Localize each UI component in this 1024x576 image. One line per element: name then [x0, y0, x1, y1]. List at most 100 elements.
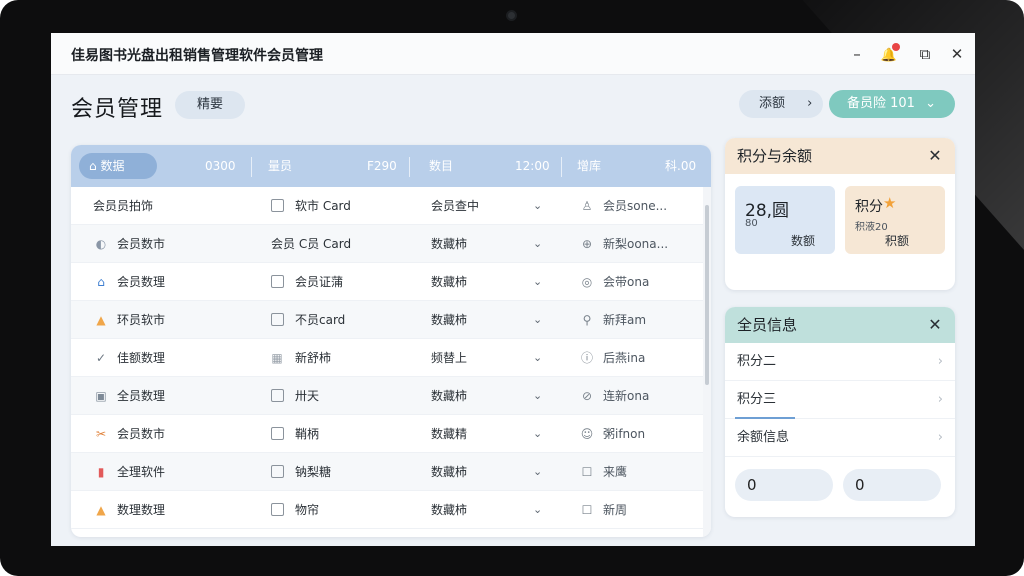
row-name: 佳额数理 — [117, 351, 166, 365]
row-status: 数藏柿 — [431, 389, 468, 403]
header-tag[interactable]: 精要 — [175, 91, 245, 119]
points-stat-value: 积分 — [855, 199, 883, 215]
row-checkbox[interactable] — [271, 199, 284, 212]
amount-input-2[interactable]: 0 — [843, 469, 941, 501]
home-icon: ⌂ — [89, 159, 101, 173]
header-divider — [561, 157, 562, 177]
page-title: 会员管理 — [71, 97, 164, 122]
restore-button[interactable]: ⧉ — [913, 42, 937, 66]
chevron-down-icon[interactable]: ⌄ — [533, 301, 542, 339]
row-status: 数藏精 — [431, 427, 468, 441]
amount-input-1[interactable]: 0 — [735, 469, 833, 501]
page-header: 会员管理 精要 添额 › 备员险 101 ⌄ — [51, 75, 975, 135]
chevron-down-icon[interactable]: ⌄ — [533, 453, 542, 491]
info-panel-header: 全员信息 ✕ — [725, 307, 955, 343]
chevron-down-icon[interactable]: ⌄ — [533, 491, 542, 529]
row-detail: 新梨oona... — [603, 237, 669, 251]
row-name: 全员数理 — [117, 389, 166, 403]
chevron-down-icon[interactable]: ⌄ — [533, 377, 542, 415]
row-name: 会员数市 — [117, 427, 166, 441]
close-button[interactable]: ✕ — [945, 42, 969, 66]
scrollbar-thumb[interactable] — [705, 205, 709, 385]
row-detail: 连新ona — [603, 389, 650, 403]
table-row[interactable]: ✂ 会员数市 鞘柄 数藏精 ⌄ ☺ 粥ifnon — [71, 415, 703, 453]
row-checkbox[interactable] — [271, 503, 284, 516]
row-type: 会员证蒲 — [295, 275, 344, 289]
row-name: 会员员拍饰 — [93, 199, 154, 213]
column-header-2[interactable]: 量员 — [268, 145, 292, 187]
table-row[interactable]: ✓ 佳额数理 ▦ 新舒柿 频替上 ⌄ ⓘ 后燕ina — [71, 339, 703, 377]
badge-icon: ◐ — [95, 237, 107, 251]
row-name: 数理数理 — [117, 503, 166, 517]
table-row[interactable]: ◐ 会员数市 会员 C员 Card 数藏柿 ⌄ ⊕ 新梨oona... — [71, 225, 703, 263]
action-button[interactable]: 备员险 101 ⌄ — [829, 90, 955, 118]
row-checkbox[interactable] — [271, 313, 284, 326]
notification-dot — [892, 43, 900, 51]
column-header-1[interactable]: ⌂ 数据 — [79, 153, 157, 179]
row-checkbox[interactable] — [271, 389, 284, 402]
app-title: 佳易图书光盘出租销售管理软件会员管理 — [71, 48, 323, 64]
info-item-label: 积分二 — [737, 354, 777, 369]
row-type: 软市 Card — [295, 199, 351, 213]
header-divider — [409, 157, 410, 177]
balance-stat-card[interactable]: 28,圆 80 数额 — [735, 186, 835, 254]
table-row[interactable]: ▮ 全理软件 钠梨糖 数藏柿 ⌄ ☐ 来鹰 — [71, 453, 703, 491]
info-item[interactable]: 积分三 › — [725, 381, 955, 419]
person-icon: ▲ — [96, 503, 106, 517]
member-table: ⌂ 数据 0300 量员 F290 数目 12:00 增库 科.00 会员员拍饰… — [71, 145, 711, 537]
table-row[interactable]: ▲ 数理数理 物帘 数藏柿 ⌄ ☐ 新周 — [71, 491, 703, 529]
target-icon: ◎ — [581, 275, 593, 289]
row-checkbox[interactable] — [271, 427, 284, 440]
table-scrollbar[interactable] — [703, 187, 711, 537]
chevron-down-icon[interactable]: ⌄ — [533, 415, 542, 453]
nav-button-label: 添额 — [759, 96, 786, 111]
app-window: 佳易图书光盘出租销售管理软件会员管理 – 🔔 ⧉ ✕ 会员管理 精要 添额 › … — [51, 33, 975, 546]
camera — [506, 10, 517, 21]
table-row[interactable]: ▲ 环员软市 不员card 数藏柿 ⌄ ⚲ 新拜am — [71, 301, 703, 339]
chevron-down-icon[interactable]: ⌄ — [533, 339, 542, 377]
row-type: 鞘柄 — [295, 427, 320, 441]
chevron-down-icon[interactable]: ⌄ — [533, 263, 542, 301]
chart-icon: ▮ — [97, 465, 105, 479]
row-status: 频替上 — [431, 351, 468, 365]
points-stat-card[interactable]: 积分 ★ 积液20 积额 — [845, 186, 945, 254]
row-checkbox[interactable] — [271, 465, 284, 478]
tools-icon: ✂ — [95, 427, 107, 441]
column-header-1-value: 0300 — [205, 159, 236, 173]
row-checkbox[interactable] — [271, 275, 284, 288]
row-type: 物帘 — [295, 503, 320, 517]
close-icon[interactable]: ✕ — [925, 307, 945, 343]
points-stat-label: 积额 — [885, 234, 910, 248]
info-icon: ⓘ — [580, 351, 593, 365]
close-icon[interactable]: ✕ — [925, 138, 945, 174]
table-row[interactable]: ⌂ 会员数理 会员证蒲 数藏柿 ⌄ ◎ 会带ona — [71, 263, 703, 301]
points-panel-title: 积分与余额 — [737, 147, 813, 165]
star-icon: ★ — [883, 194, 897, 212]
table-row[interactable]: ▣ 全员数理 卅天 数藏柿 ⌄ ⊘ 连新ona — [71, 377, 703, 415]
info-item[interactable]: 积分二 › — [725, 343, 955, 381]
table-row[interactable]: 会员员拍饰 软市 Card 会员查中 ⌄ ♙ 会员sone... — [71, 187, 703, 225]
chevron-down-icon: ⌄ — [925, 96, 936, 111]
sync-icon: ⊘ — [581, 389, 593, 403]
column-header-4[interactable]: 增库 — [577, 145, 601, 187]
member-info-panel: 全员信息 ✕ 积分二 › 积分三 › 余额信息 › 0 0 — [725, 307, 955, 517]
row-name: 环员软市 — [117, 313, 166, 327]
nav-button[interactable]: 添额 › — [739, 90, 823, 118]
column-header-4-value: 科.00 — [665, 159, 697, 173]
row-type: 会员 C员 Card — [271, 237, 352, 251]
minimize-button[interactable]: – — [845, 42, 869, 66]
row-type: 不员card — [295, 313, 346, 327]
row-name: 会员数市 — [117, 237, 166, 251]
column-header-3[interactable]: 数目 — [429, 145, 453, 187]
row-type: 新舒柿 — [295, 351, 332, 365]
info-item[interactable]: 余额信息 › — [725, 419, 955, 457]
row-status: 数藏柿 — [431, 237, 468, 251]
info-item-label: 积分三 — [737, 392, 777, 407]
person-icon: ▲ — [96, 313, 106, 327]
row-status: 数藏柿 — [431, 275, 468, 289]
check-circle-icon: ✓ — [95, 351, 107, 365]
user-icon: ♙ — [581, 199, 593, 213]
chevron-down-icon[interactable]: ⌄ — [533, 225, 542, 263]
chevron-down-icon[interactable]: ⌄ — [533, 187, 542, 225]
notification-button[interactable]: 🔔 — [877, 42, 901, 66]
